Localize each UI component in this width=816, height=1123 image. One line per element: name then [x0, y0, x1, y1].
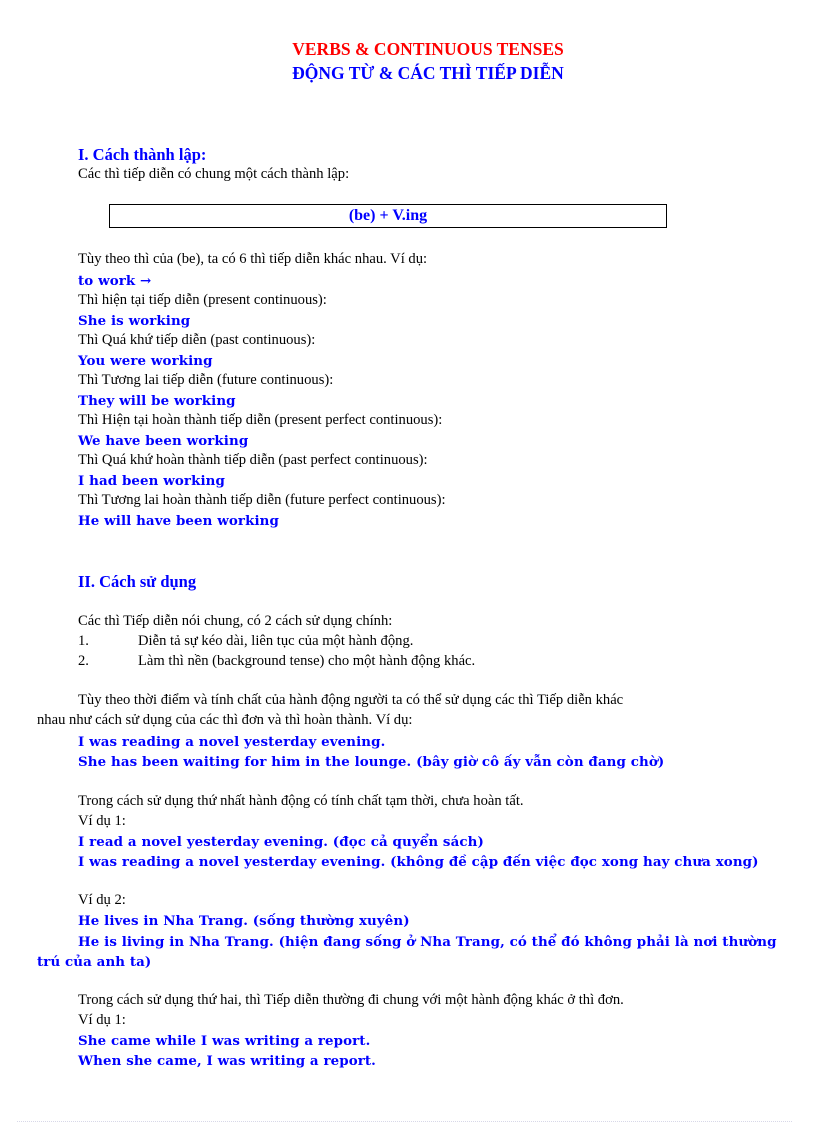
section2-heading: II. Cách sử dụng: [78, 572, 197, 591]
example-sentence: She came while I was writing a report.: [78, 1033, 371, 1049]
section1-intro: Các thì tiếp diễn có chung một cách thàn…: [78, 166, 350, 182]
example-sentence: He is living in Nha Trang. (hiện đang số…: [78, 934, 777, 950]
tense-example: She is working: [78, 313, 191, 329]
paragraph-line: Tùy theo thời điểm và tính chất của hành…: [78, 692, 624, 708]
tense-example: He will have been working: [78, 513, 279, 529]
paragraph-line: nhau như cách sử dụng của các thì đơn và…: [37, 712, 413, 728]
section1-heading: I. Cách thành lập:: [78, 145, 207, 164]
list-text: Diễn tả sự kéo dài, liên tục của một hàn…: [138, 633, 414, 649]
list-number: 2.: [78, 653, 89, 669]
title-english: VERBS & CONTINUOUS TENSES: [292, 39, 564, 59]
tense-label: Thì Tương lai hoàn thành tiếp diễn (futu…: [78, 492, 446, 508]
example-sentence: He lives in Nha Trang. (sống thường xuyê…: [78, 913, 410, 929]
example-sentence: I was reading a novel yesterday evening.…: [78, 854, 759, 870]
tense-example: They will be working: [78, 393, 236, 409]
tense-label: Thì hiện tại tiếp diễn (present continuo…: [78, 292, 327, 308]
formula-text: (be) + V.ing: [348, 207, 428, 224]
tense-example: I had been working: [78, 473, 225, 489]
usage-list-item: 2. Làm thì nền (background tense) cho một…: [78, 653, 475, 670]
usage-list-item: 1. Diễn tả sự kéo dài, liên tục của một h…: [78, 633, 413, 650]
example-label: Ví dụ 2:: [78, 892, 126, 908]
base-verb: to work →: [78, 273, 152, 289]
list-number: 1.: [78, 633, 89, 649]
tense-label: Thì Quá khứ tiếp diễn (past continuous):: [78, 332, 316, 348]
tense-label: Thì Quá khứ hoàn thành tiếp diễn (past p…: [78, 452, 428, 468]
example-label: Ví dụ 1:: [78, 1012, 126, 1028]
example-sentence: I read a novel yesterday evening. (đọc c…: [78, 834, 484, 850]
example-label: Ví dụ 1:: [78, 813, 126, 829]
section2-intro: Các thì Tiếp diễn nói chung, có 2 cách s…: [78, 613, 393, 629]
example-sentence: When she came, I was writing a report.: [78, 1053, 376, 1069]
section1-note: Tùy theo thì của (be), ta có 6 thì tiếp …: [78, 251, 428, 267]
paragraph-line: Trong cách sử dụng thứ nhất hành động có…: [78, 793, 524, 809]
tense-label: Thì Tương lai tiếp diễn (future continuo…: [78, 372, 334, 388]
tense-label: Thì Hiện tại hoàn thành tiếp diễn (prese…: [78, 412, 443, 428]
tense-example: You were working: [78, 353, 213, 369]
example-sentence: I was reading a novel yesterday evening.: [78, 734, 386, 750]
example-sentence: trú của anh ta): [37, 954, 152, 970]
page-bottom-divider: [17, 1121, 792, 1122]
title-vietnamese: ĐỘNG TỪ & CÁC THÌ TIẾP DIỄN: [292, 63, 564, 83]
paragraph-line: Trong cách sử dụng thứ hai, thì Tiếp diễ…: [78, 992, 624, 1008]
list-text: Làm thì nền (background tense) cho một h…: [138, 653, 476, 669]
example-sentence: She has been waiting for him in the loun…: [78, 754, 665, 770]
tense-example: We have been working: [78, 433, 249, 449]
